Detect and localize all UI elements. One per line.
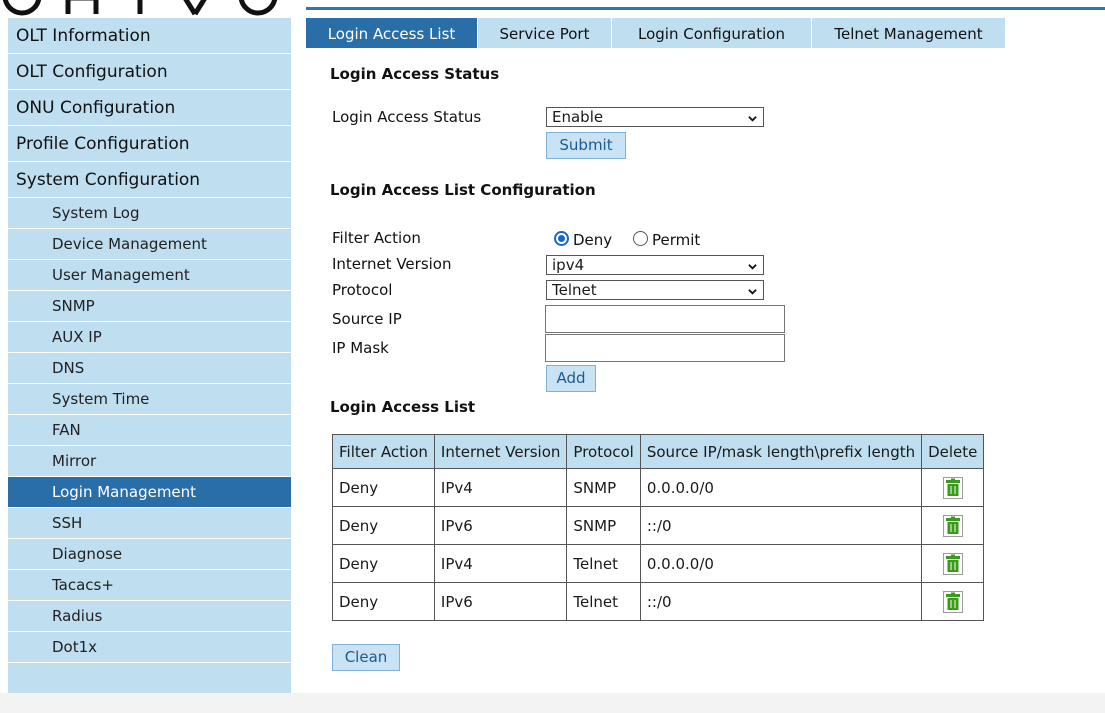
chevron-down-icon xyxy=(748,289,757,295)
cell-source-ip: ::/0 xyxy=(639,582,923,621)
nav-aux-ip[interactable]: AUX IP xyxy=(8,322,291,353)
login-access-config-title: Login Access List Configuration xyxy=(330,181,596,199)
nav-radius[interactable]: Radius xyxy=(8,601,291,632)
ip-mask-input[interactable] xyxy=(545,334,785,362)
nav-olt-information[interactable]: OLT Information xyxy=(8,18,291,54)
cell-protocol: Telnet xyxy=(566,544,641,583)
main-content: Login Access List Service Port Login Con… xyxy=(306,18,1096,708)
internet-version-select[interactable]: ipv4 xyxy=(546,255,764,275)
nav-dot1x[interactable]: Dot1x xyxy=(8,632,291,663)
login-access-table: Filter Action Internet Version Protocol … xyxy=(332,434,985,621)
nav-login-management[interactable]: Login Management xyxy=(8,477,291,508)
cell-delete xyxy=(921,544,985,583)
nav-fan[interactable]: FAN xyxy=(8,415,291,446)
trash-icon[interactable] xyxy=(942,552,963,575)
clean-button[interactable]: Clean xyxy=(332,644,400,671)
nav-dns[interactable]: DNS xyxy=(8,353,291,384)
cell-internet-version: IPv4 xyxy=(433,544,568,583)
cell-source-ip: ::/0 xyxy=(639,506,923,545)
source-ip-label: Source IP xyxy=(332,310,402,328)
brand-logo xyxy=(2,0,278,16)
nav-ssh[interactable]: SSH xyxy=(8,508,291,539)
cell-internet-version: IPv4 xyxy=(433,468,568,507)
cell-filter-action: Deny xyxy=(332,468,435,507)
nav-system-configuration[interactable]: System Configuration xyxy=(8,162,291,198)
column-header: Internet Version xyxy=(433,434,568,469)
table-row: Deny IPv4 Telnet 0.0.0.0/0 xyxy=(332,544,985,583)
table-row: Deny IPv6 Telnet ::/0 xyxy=(332,582,985,621)
cell-protocol: Telnet xyxy=(566,582,641,621)
nav-user-management[interactable]: User Management xyxy=(8,260,291,291)
nav-diagnose[interactable]: Diagnose xyxy=(8,539,291,570)
tab-telnet-management[interactable]: Telnet Management xyxy=(812,18,1006,48)
tab-service-port[interactable]: Service Port xyxy=(478,18,612,48)
protocol-select[interactable]: Telnet xyxy=(546,280,764,300)
cell-internet-version: IPv6 xyxy=(433,582,568,621)
nav-system-log[interactable]: System Log xyxy=(8,198,291,229)
nav-snmp[interactable]: SNMP xyxy=(8,291,291,322)
cell-delete xyxy=(921,506,985,545)
nav-mirror[interactable]: Mirror xyxy=(8,446,291,477)
cell-delete xyxy=(921,582,985,621)
table-header-row: Filter Action Internet Version Protocol … xyxy=(332,434,985,469)
column-header: Source IP/mask length\prefix length xyxy=(639,434,923,469)
add-button[interactable]: Add xyxy=(546,365,596,392)
table-row: Deny IPv6 SNMP ::/0 xyxy=(332,506,985,545)
sidebar: OLT Information OLT Configuration ONU Co… xyxy=(8,18,291,693)
source-ip-input[interactable] xyxy=(545,305,785,333)
tab-bar: Login Access List Service Port Login Con… xyxy=(306,18,1006,48)
cell-filter-action: Deny xyxy=(332,506,435,545)
filter-deny-radio[interactable] xyxy=(554,231,569,246)
login-access-list-title: Login Access List xyxy=(330,398,476,416)
chevron-down-icon xyxy=(748,264,757,270)
login-access-status-select[interactable]: Enable xyxy=(546,107,764,127)
internet-version-value: ipv4 xyxy=(552,256,585,274)
filter-permit-label: Permit xyxy=(652,231,701,249)
nav-system-time[interactable]: System Time xyxy=(8,384,291,415)
cell-internet-version: IPv6 xyxy=(433,506,568,545)
filter-action-label: Filter Action xyxy=(332,229,421,247)
submit-button[interactable]: Submit xyxy=(546,132,626,159)
internet-version-label: Internet Version xyxy=(332,255,452,273)
nav-profile-configuration[interactable]: Profile Configuration xyxy=(8,126,291,162)
ip-mask-label: IP Mask xyxy=(332,339,389,357)
cell-filter-action: Deny xyxy=(332,582,435,621)
header-rule xyxy=(306,7,1105,10)
trash-icon[interactable] xyxy=(942,590,963,613)
cell-source-ip: 0.0.0.0/0 xyxy=(639,468,923,507)
login-access-status-label: Login Access Status xyxy=(332,108,482,126)
cell-delete xyxy=(921,468,985,507)
nav-onu-configuration[interactable]: ONU Configuration xyxy=(8,90,291,126)
column-header: Filter Action xyxy=(332,434,435,469)
nav-tacacs[interactable]: Tacacs+ xyxy=(8,570,291,601)
chevron-down-icon xyxy=(748,116,757,122)
cell-filter-action: Deny xyxy=(332,544,435,583)
cell-source-ip: 0.0.0.0/0 xyxy=(639,544,923,583)
tab-login-access-list[interactable]: Login Access List xyxy=(306,18,478,48)
column-header: Delete xyxy=(921,434,985,469)
protocol-value: Telnet xyxy=(552,281,597,299)
login-access-status-value: Enable xyxy=(552,108,604,126)
nav-olt-configuration[interactable]: OLT Configuration xyxy=(8,54,291,90)
trash-icon[interactable] xyxy=(942,514,963,537)
cell-protocol: SNMP xyxy=(566,468,641,507)
tab-login-configuration[interactable]: Login Configuration xyxy=(612,18,812,48)
page-footer-band xyxy=(0,693,1105,713)
login-access-status-title: Login Access Status xyxy=(330,65,500,83)
filter-deny-label: Deny xyxy=(573,231,613,249)
trash-icon[interactable] xyxy=(942,476,963,499)
nav-device-management[interactable]: Device Management xyxy=(8,229,291,260)
table-row: Deny IPv4 SNMP 0.0.0.0/0 xyxy=(332,468,985,507)
column-header: Protocol xyxy=(566,434,641,469)
cell-protocol: SNMP xyxy=(566,506,641,545)
filter-permit-radio[interactable] xyxy=(633,231,648,246)
protocol-label: Protocol xyxy=(332,281,393,299)
header-bar xyxy=(0,0,1105,18)
